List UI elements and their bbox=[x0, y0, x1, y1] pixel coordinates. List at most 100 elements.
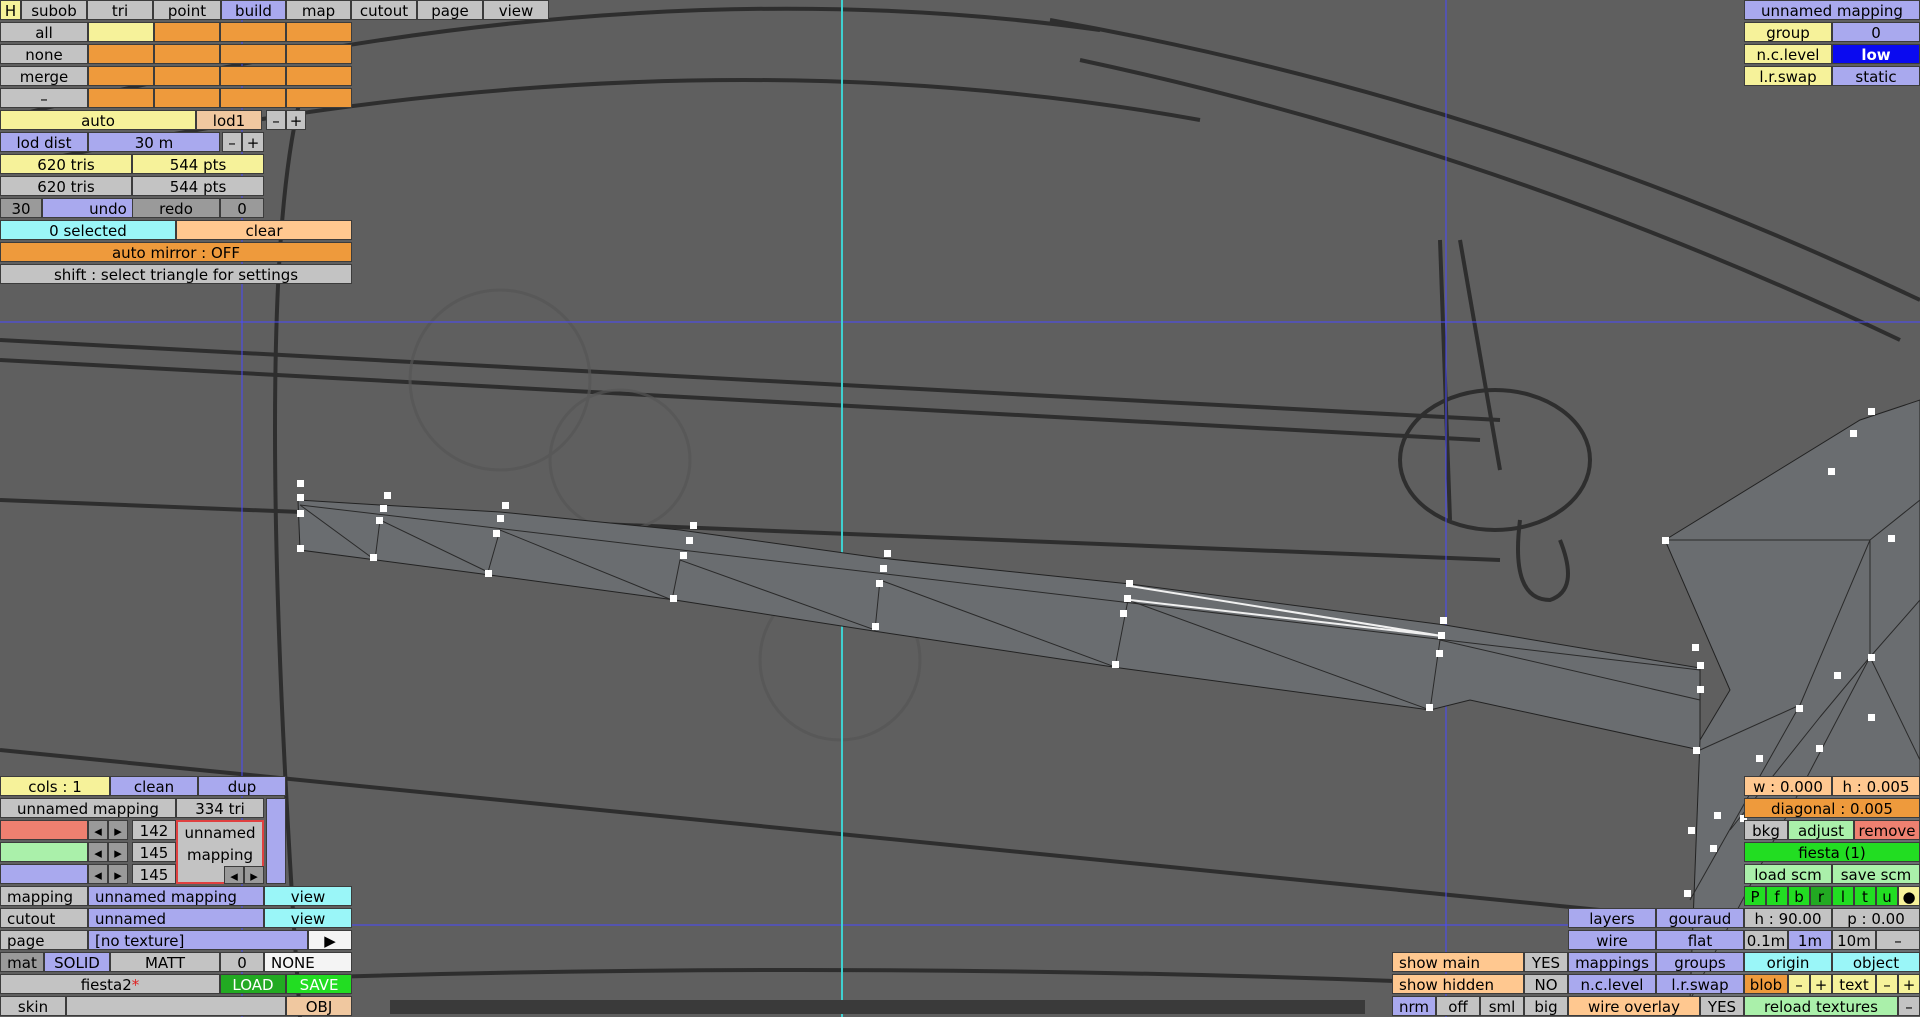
grid-cell[interactable] bbox=[88, 88, 154, 108]
grid-cell[interactable] bbox=[286, 66, 352, 86]
save-scm-button[interactable]: save scm bbox=[1832, 864, 1920, 884]
solid-button[interactable]: SOLID bbox=[44, 952, 110, 972]
save-button[interactable]: SAVE bbox=[286, 974, 352, 994]
mapping-title[interactable]: unnamed mapping bbox=[1744, 0, 1920, 20]
reload-textures-button[interactable]: reload textures bbox=[1744, 996, 1898, 1016]
grid-cell[interactable] bbox=[88, 22, 154, 42]
mappings-button[interactable]: mappings bbox=[1568, 952, 1656, 972]
preview-next-icon[interactable]: ▸ bbox=[244, 866, 264, 884]
tab-map[interactable]: map bbox=[286, 0, 351, 20]
remove-button[interactable]: remove bbox=[1854, 820, 1920, 840]
grid-cell[interactable] bbox=[88, 66, 154, 86]
show-main-label[interactable]: show main bbox=[1392, 952, 1524, 972]
blue-increase-icon[interactable]: ▸ bbox=[108, 864, 128, 884]
blue-decrease-icon[interactable]: ◂ bbox=[88, 864, 108, 884]
mapping-select[interactable]: unnamed mapping bbox=[88, 886, 264, 906]
auto-mirror-toggle[interactable]: auto mirror : OFF bbox=[0, 242, 352, 262]
view-l-button[interactable]: l bbox=[1832, 886, 1854, 906]
show-main-value[interactable]: YES bbox=[1524, 952, 1568, 972]
grid-cell[interactable] bbox=[286, 22, 352, 42]
adjust-button[interactable]: adjust bbox=[1788, 820, 1854, 840]
view-t-button[interactable]: t bbox=[1854, 886, 1876, 906]
background-name[interactable]: fiesta (1) bbox=[1744, 842, 1920, 862]
skin-bar[interactable] bbox=[66, 996, 286, 1016]
page-next-icon[interactable]: ▶ bbox=[308, 930, 352, 950]
obj-button[interactable]: OBJ bbox=[286, 996, 352, 1016]
lod-minus-button[interactable]: – bbox=[266, 110, 286, 130]
blob-minus-button[interactable]: – bbox=[1788, 974, 1810, 994]
tab-view[interactable]: view bbox=[483, 0, 549, 20]
mat-none[interactable]: NONE bbox=[264, 952, 352, 972]
grid-cell[interactable] bbox=[154, 22, 220, 42]
lod-level[interactable]: lod1 bbox=[196, 110, 262, 130]
load-scm-button[interactable]: load scm bbox=[1744, 864, 1832, 884]
tab-page[interactable]: page bbox=[417, 0, 483, 20]
green-increase-icon[interactable]: ▸ bbox=[108, 842, 128, 862]
grid-cell[interactable] bbox=[154, 66, 220, 86]
grid-10m-button[interactable]: 10m bbox=[1832, 930, 1876, 950]
grid-0-1m-button[interactable]: 0.1m bbox=[1744, 930, 1788, 950]
red-decrease-icon[interactable]: ◂ bbox=[88, 820, 108, 840]
grid-cell[interactable] bbox=[286, 44, 352, 64]
reload-minus-button[interactable]: – bbox=[1898, 996, 1920, 1016]
lod-dist-plus-button[interactable]: + bbox=[242, 132, 264, 152]
redo-button[interactable]: redo bbox=[132, 198, 220, 218]
merge-button[interactable]: merge bbox=[0, 66, 88, 86]
gouraud-button[interactable]: gouraud bbox=[1656, 908, 1744, 928]
bkg-button[interactable]: bkg bbox=[1744, 820, 1788, 840]
red-slider[interactable] bbox=[0, 820, 88, 840]
text-plus-button[interactable]: + bbox=[1898, 974, 1920, 994]
load-button[interactable]: LOAD bbox=[220, 974, 286, 994]
tab-tri[interactable]: tri bbox=[87, 0, 153, 20]
grid-cell[interactable] bbox=[220, 44, 286, 64]
blob-plus-button[interactable]: + bbox=[1810, 974, 1832, 994]
cutout-view-button[interactable]: view bbox=[264, 908, 352, 928]
preview-prev-icon[interactable]: ◂ bbox=[224, 866, 244, 884]
grid-cell[interactable] bbox=[220, 66, 286, 86]
clear-selection-button[interactable]: clear bbox=[176, 220, 352, 240]
wire-overlay-value[interactable]: YES bbox=[1700, 996, 1744, 1016]
origin-button[interactable]: origin bbox=[1744, 952, 1832, 972]
tab-cutout[interactable]: cutout bbox=[351, 0, 417, 20]
cols-count[interactable]: cols : 1 bbox=[0, 776, 110, 796]
group-value[interactable]: 0 bbox=[1832, 22, 1920, 42]
dup-button[interactable]: dup bbox=[198, 776, 286, 796]
mapping-view-button[interactable]: view bbox=[264, 886, 352, 906]
grid-minus-button[interactable]: – bbox=[1876, 930, 1920, 950]
lod-dist-minus-button[interactable]: – bbox=[222, 132, 242, 152]
mode-sml-button[interactable]: sml bbox=[1480, 996, 1524, 1016]
layers-button[interactable]: layers bbox=[1568, 908, 1656, 928]
red-increase-icon[interactable]: ▸ bbox=[108, 820, 128, 840]
wire-overlay-label[interactable]: wire overlay bbox=[1568, 996, 1700, 1016]
tab-point[interactable]: point bbox=[153, 0, 221, 20]
view-f-button[interactable]: f bbox=[1766, 886, 1788, 906]
color-scrollbar[interactable] bbox=[266, 798, 286, 884]
grid-cell[interactable] bbox=[88, 44, 154, 64]
grid-cell[interactable] bbox=[154, 44, 220, 64]
matt-button[interactable]: MATT bbox=[110, 952, 220, 972]
clean-button[interactable]: clean bbox=[110, 776, 198, 796]
green-decrease-icon[interactable]: ◂ bbox=[88, 842, 108, 862]
text-minus-button[interactable]: – bbox=[1876, 974, 1898, 994]
blue-slider[interactable] bbox=[0, 864, 88, 884]
view-r-button[interactable]: r bbox=[1810, 886, 1832, 906]
grid-1m-button[interactable]: 1m bbox=[1788, 930, 1832, 950]
wire-button[interactable]: wire bbox=[1568, 930, 1656, 950]
cutout-select[interactable]: unnamed bbox=[88, 908, 264, 928]
mode-nrm-button[interactable]: nrm bbox=[1392, 996, 1436, 1016]
lrswap-button[interactable]: l.r.swap bbox=[1656, 974, 1744, 994]
grid-cell[interactable] bbox=[154, 88, 220, 108]
tab-subob[interactable]: subob bbox=[21, 0, 87, 20]
grid-cell[interactable] bbox=[220, 88, 286, 108]
tab-build[interactable]: build bbox=[221, 0, 286, 20]
grid-cell[interactable] bbox=[286, 88, 352, 108]
show-hidden-value[interactable]: NO bbox=[1524, 974, 1568, 994]
select-all-button[interactable]: all bbox=[0, 22, 88, 42]
view-u-button[interactable]: u bbox=[1876, 886, 1898, 906]
tab-h[interactable]: H bbox=[0, 0, 21, 20]
mode-big-button[interactable]: big bbox=[1524, 996, 1568, 1016]
nclevel-button[interactable]: n.c.level bbox=[1568, 974, 1656, 994]
lrswap-value[interactable]: static bbox=[1832, 66, 1920, 86]
auto-lod-button[interactable]: auto bbox=[0, 110, 196, 130]
skin-button[interactable]: skin bbox=[0, 996, 66, 1016]
